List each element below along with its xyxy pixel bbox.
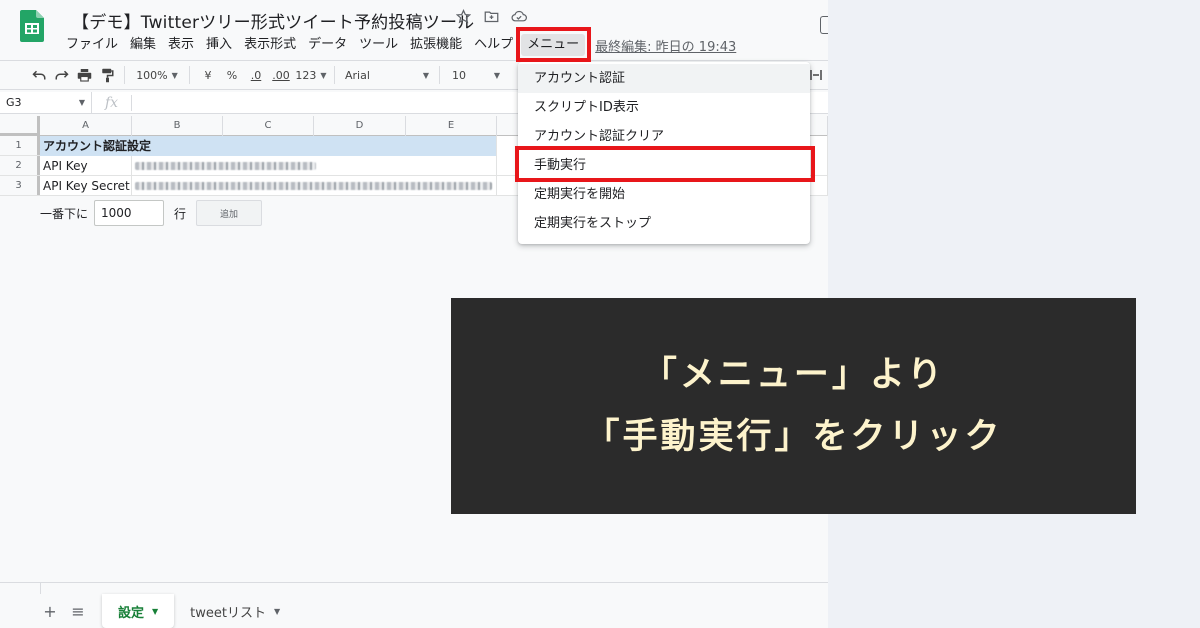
menu-custom[interactable]: メニュー (521, 34, 586, 56)
fx-icon: fx (92, 94, 132, 111)
caption-line-1: 「メニュー」より (641, 355, 946, 395)
menu-tools[interactable]: ツール (353, 34, 404, 56)
currency-button[interactable]: ¥ (196, 63, 220, 87)
name-box[interactable]: G3 ▼ (0, 91, 92, 114)
undo-icon[interactable] (28, 63, 50, 87)
more-formats-select[interactable]: 123 ▼ (294, 63, 328, 87)
menu-file[interactable]: ファイル (60, 34, 124, 56)
add-rows-input[interactable]: 1000 (94, 200, 165, 226)
font-family-value: Arial (345, 68, 370, 82)
menu-item-clear-auth[interactable]: アカウント認証クリア (518, 122, 810, 151)
column-header[interactable]: E (406, 116, 497, 136)
chevron-down-icon: ▼ (422, 70, 429, 80)
toolbar-divider (334, 66, 335, 84)
menu-insert[interactable]: 挿入 (200, 34, 238, 56)
api-key-value-redacted[interactable] (132, 156, 497, 176)
select-all-corner[interactable] (0, 116, 40, 136)
add-sheet-icon[interactable]: + (36, 602, 64, 621)
cell[interactable]: API Key Secret (40, 176, 132, 196)
column-header[interactable]: A (40, 116, 132, 136)
paint-format-icon[interactable] (96, 63, 118, 87)
row-header[interactable]: 1 (0, 136, 40, 155)
menubar: ファイル 編集 表示 挿入 表示形式 データ ツール 拡張機能 ヘルプ メニュー… (60, 34, 736, 56)
all-sheets-icon[interactable]: ≡ (64, 602, 92, 621)
row-header[interactable]: 2 (0, 156, 40, 175)
menu-view[interactable]: 表示 (162, 34, 200, 56)
sheet-tab-label: tweetリスト (190, 605, 266, 621)
cloud-status-icon[interactable] (511, 8, 527, 24)
chevron-down-icon: ▼ (152, 606, 159, 616)
star-icon[interactable] (455, 8, 471, 24)
menu-format[interactable]: 表示形式 (238, 34, 302, 56)
header: 【デモ】Twitterツリー形式ツイート予約投稿ツール ファイル 編集 表示 挿… (0, 0, 828, 58)
caption-line-2: 「手動実行」をクリック (584, 417, 1003, 457)
redacted-value (135, 162, 316, 170)
move-folder-icon[interactable] (483, 8, 499, 24)
sheet-tab-settings[interactable]: 設定 ▼ (102, 594, 175, 628)
toolbar-divider (124, 66, 125, 84)
menu-edit[interactable]: 編集 (124, 34, 162, 56)
menu-item-show-script-id[interactable]: スクリプトID表示 (518, 93, 810, 122)
column-header[interactable]: D (314, 116, 406, 136)
redacted-value (135, 182, 492, 190)
sheets-logo-icon[interactable] (20, 10, 44, 42)
menu-item-account-auth[interactable]: アカウント認証 (518, 64, 810, 93)
toolbar-divider (439, 66, 440, 84)
document-title[interactable]: 【デモ】Twitterツリー形式ツイート予約投稿ツール (72, 8, 474, 33)
font-family-select[interactable]: Arial ▼ (341, 63, 433, 87)
sheet-tab-tweet-list[interactable]: tweetリスト ▼ (174, 594, 296, 628)
horizontal-scrollbar[interactable] (0, 582, 828, 595)
menu-item-manual-run[interactable]: 手動実行 (518, 151, 810, 180)
font-size-select[interactable]: 10 ▼ (446, 63, 506, 87)
decrease-decimal-button[interactable]: .0 (244, 63, 268, 87)
cell[interactable]: API Key (40, 156, 132, 176)
title-icons (455, 8, 527, 24)
font-size-value: 10 (452, 68, 466, 82)
more-formats-label: 123 (295, 68, 317, 82)
chevron-down-icon: ▼ (171, 70, 178, 80)
api-key-secret-value-redacted[interactable] (132, 176, 497, 196)
zoom-select[interactable]: 100% ▼ (131, 63, 183, 87)
menu-data[interactable]: データ (302, 34, 353, 56)
collapse-toolbar-icon[interactable] (808, 63, 824, 87)
cell[interactable]: アカウント認証設定 (40, 136, 497, 156)
chevron-down-icon: ▼ (274, 606, 281, 616)
cell-reference: G3 (6, 96, 22, 109)
menu-extensions[interactable]: 拡張機能 (404, 34, 468, 56)
chevron-down-icon: ▼ (493, 70, 500, 80)
column-header[interactable]: B (132, 116, 223, 136)
redo-icon[interactable] (50, 63, 72, 87)
instruction-caption: 「メニュー」より 「手動実行」をクリック (451, 298, 1136, 514)
chevron-down-icon: ▼ (320, 70, 327, 80)
print-icon[interactable] (72, 63, 96, 87)
chevron-down-icon: ▼ (78, 98, 85, 107)
menu-item-stop-schedule[interactable]: 定期実行をストップ (518, 209, 810, 238)
zoom-value: 100% (136, 68, 168, 82)
last-edit-link[interactable]: 最終編集: 昨日の 19:43 (595, 36, 736, 55)
column-header[interactable]: C (223, 116, 314, 136)
menu-item-start-schedule[interactable]: 定期実行を開始 (518, 180, 810, 209)
add-rows-label: 一番下に (40, 206, 89, 221)
sheet-tab-label: 設定 (118, 605, 145, 621)
increase-decimal-button[interactable]: .00 (268, 63, 294, 87)
add-rows-control: 一番下に 1000 行 追加 (40, 200, 263, 226)
menu-help[interactable]: ヘルプ (468, 34, 519, 56)
percent-button[interactable]: % (220, 63, 244, 87)
sheet-tabs-bar: + ≡ 設定 ▼ tweetリスト ▼ (0, 594, 828, 628)
add-rows-suffix: 行 (174, 206, 187, 221)
custom-menu-dropdown: アカウント認証 スクリプトID表示 アカウント認証クリア 手動実行 定期実行を開… (518, 62, 810, 244)
comment-history-icon[interactable] (820, 16, 828, 34)
add-rows-button[interactable]: 追加 (196, 200, 263, 226)
row-header[interactable]: 3 (0, 176, 40, 195)
toolbar-divider (189, 66, 190, 84)
